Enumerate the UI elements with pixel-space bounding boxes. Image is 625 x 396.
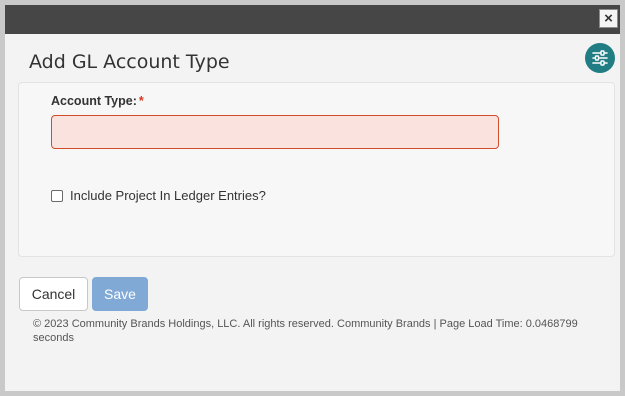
page-title: Add GL Account Type [29, 51, 230, 73]
settings-button[interactable] [585, 43, 615, 73]
account-type-label: Account Type: * [51, 94, 144, 108]
account-type-label-text: Account Type: [51, 94, 137, 108]
footer-copyright: © 2023 Community Brands Holdings, LLC. A… [33, 318, 578, 344]
form-panel: Account Type: * Include Project In Ledger… [18, 82, 615, 257]
close-button[interactable]: × [599, 9, 618, 28]
required-marker: * [138, 94, 144, 108]
sliders-icon [592, 50, 608, 66]
cancel-button[interactable]: Cancel [19, 277, 88, 311]
include-project-row: Include Project In Ledger Entries? [51, 188, 266, 203]
add-gl-account-type-dialog: × Add GL Account Type Account Type: * Inc… [5, 5, 620, 391]
dialog-titlebar: × [5, 5, 620, 34]
include-project-label[interactable]: Include Project In Ledger Entries? [70, 188, 266, 203]
close-icon: × [604, 10, 613, 27]
account-type-input[interactable] [51, 115, 499, 149]
save-button[interactable]: Save [92, 277, 148, 311]
include-project-checkbox[interactable] [51, 189, 63, 202]
